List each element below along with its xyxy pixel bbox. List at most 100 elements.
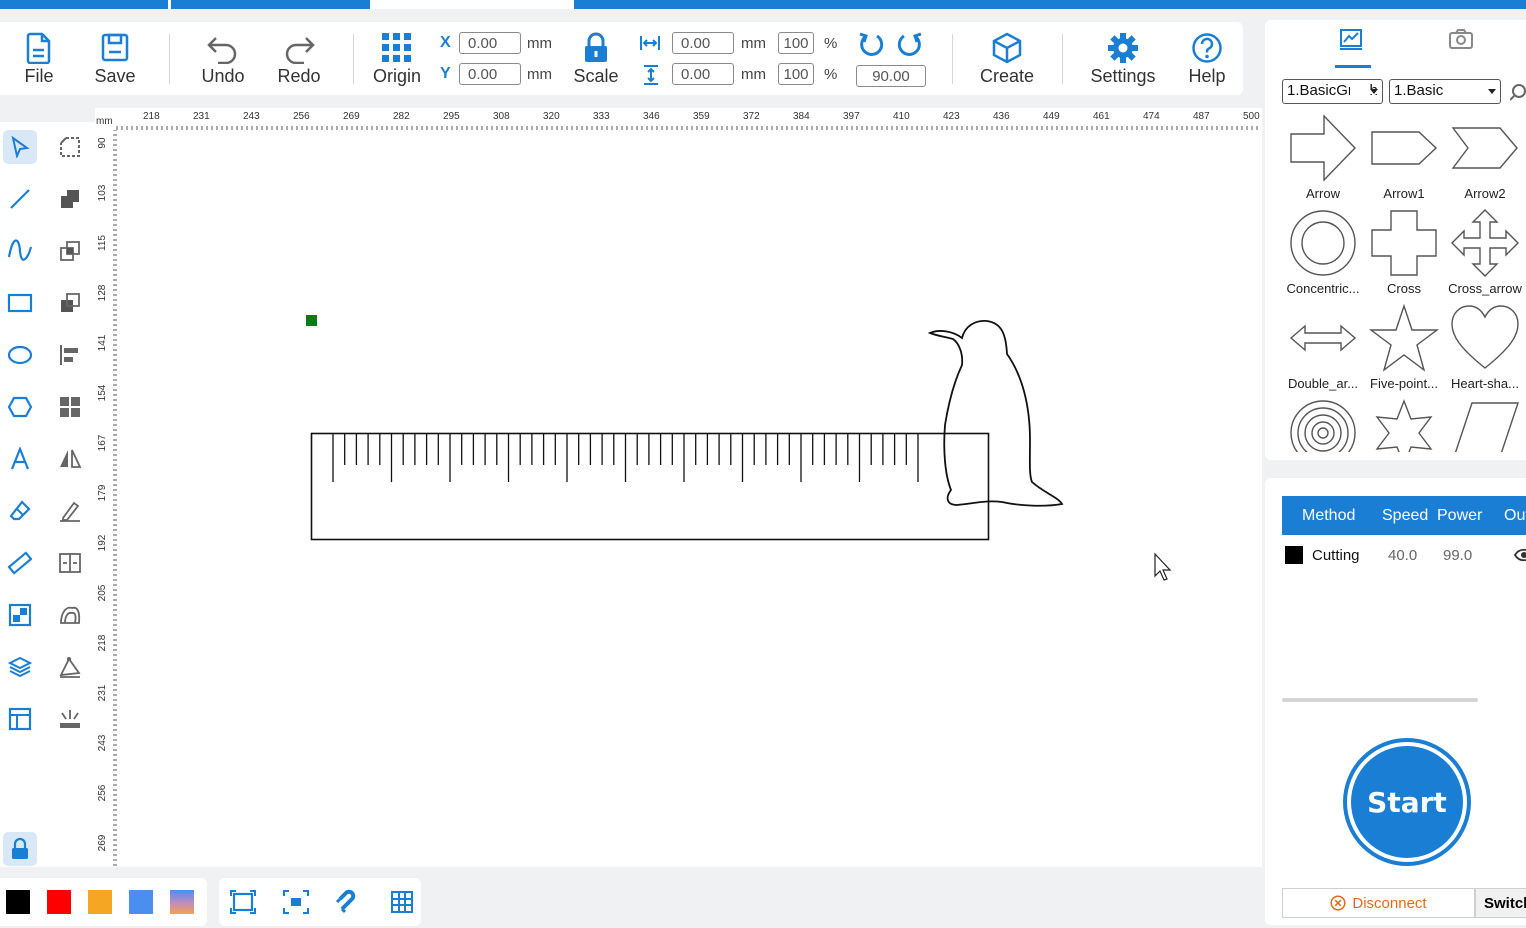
file-button[interactable]: File xyxy=(4,30,74,92)
subtract-tool[interactable] xyxy=(53,286,87,320)
mouse-cursor xyxy=(1154,552,1172,581)
select-tool[interactable] xyxy=(3,130,37,164)
shape-cross-arrow[interactable]: Cross_arrow xyxy=(1445,209,1525,304)
fit-screen-icon xyxy=(230,890,256,914)
eye-icon[interactable] xyxy=(1514,547,1526,563)
measure-tool[interactable] xyxy=(3,546,37,580)
horizontal-scrollbar[interactable] xyxy=(1282,698,1478,702)
eraser-tool[interactable] xyxy=(3,494,37,528)
settings-button[interactable]: Settings xyxy=(1088,30,1158,92)
ruler-label: 423 xyxy=(943,111,960,122)
layout-tool[interactable] xyxy=(3,702,37,736)
tab-graphics[interactable] xyxy=(1326,28,1376,68)
rotate-right-icon[interactable] xyxy=(896,31,924,59)
shape-five-point-star[interactable]: Five-point... xyxy=(1364,304,1444,399)
origin-grid-icon xyxy=(382,33,411,62)
redo-button[interactable]: Redo xyxy=(264,30,334,92)
node-edit-tool[interactable] xyxy=(53,130,87,164)
y-input[interactable] xyxy=(459,63,521,85)
category-select[interactable]: 1.BasicGraph xyxy=(1282,79,1383,104)
image-icon xyxy=(8,603,32,627)
design-canvas[interactable] xyxy=(117,130,1262,867)
x-input[interactable] xyxy=(459,32,521,54)
height-percent-input[interactable] xyxy=(778,63,814,85)
shape-name: Concentric... xyxy=(1286,281,1360,296)
shape-arrow1[interactable]: Arrow1 xyxy=(1364,114,1444,209)
shape-arrow[interactable]: Arrow xyxy=(1283,114,1363,209)
ruler-label: 500 xyxy=(1243,111,1260,122)
ruler-label: 205 xyxy=(97,584,108,601)
origin-button[interactable]: Origin xyxy=(362,30,432,92)
active-tab[interactable] xyxy=(370,0,574,9)
ruler-label: 333 xyxy=(593,111,610,122)
line-tool[interactable] xyxy=(3,182,37,216)
height-input[interactable] xyxy=(672,63,734,85)
scale-lock-button[interactable]: Scale xyxy=(561,30,631,92)
layer-speed: 40.0 xyxy=(1388,547,1418,564)
disconnect-button[interactable]: Disconnect xyxy=(1282,888,1475,918)
color-swatch-blue[interactable] xyxy=(129,890,153,914)
camera-icon xyxy=(1449,29,1473,49)
width-percent-input[interactable] xyxy=(778,32,814,54)
image-tool[interactable] xyxy=(3,598,37,632)
subtract-icon xyxy=(61,293,80,312)
laser-tool[interactable] xyxy=(53,702,87,736)
layers-table-header: Method Speed Power Out xyxy=(1282,496,1526,535)
array-tool[interactable] xyxy=(53,390,87,424)
ruler-label: 179 xyxy=(97,484,108,501)
lock-canvas-button[interactable] xyxy=(3,832,37,866)
grid-icon xyxy=(391,891,413,913)
create-button[interactable]: Create xyxy=(972,30,1042,92)
shape-double-arrow[interactable]: Double_ar... xyxy=(1283,304,1363,399)
ellipse-tool[interactable] xyxy=(3,338,37,372)
ruler-label: 115 xyxy=(97,235,108,251)
mirror-tool[interactable] xyxy=(53,442,87,476)
color-swatch-gradient[interactable] xyxy=(170,890,194,914)
layers-tool[interactable] xyxy=(3,650,37,684)
path-tool[interactable] xyxy=(53,650,87,684)
ruler-label: 103 xyxy=(97,184,108,201)
penguin-drawing[interactable] xyxy=(927,320,1064,507)
color-swatch-black[interactable] xyxy=(6,890,30,914)
shape-arrow2[interactable]: Arrow2 xyxy=(1445,114,1525,209)
sketch-tool[interactable] xyxy=(53,494,87,528)
magnet-button[interactable] xyxy=(335,888,363,916)
text-tool[interactable] xyxy=(3,442,37,476)
width-input[interactable] xyxy=(672,32,734,54)
color-swatch-orange[interactable] xyxy=(88,890,112,914)
undo-button[interactable]: Undo xyxy=(188,30,258,92)
shape-heart[interactable]: Heart-sha... xyxy=(1445,304,1525,399)
rectangle-tool[interactable] xyxy=(3,286,37,320)
union-tool[interactable] xyxy=(53,182,87,216)
start-button[interactable]: Start xyxy=(1343,738,1471,866)
intersect-tool[interactable] xyxy=(53,234,87,268)
rotate-left-icon[interactable] xyxy=(857,31,885,59)
parallelogram-shape-icon[interactable] xyxy=(1450,399,1520,452)
layer-color-swatch[interactable] xyxy=(1285,546,1303,564)
layer-row[interactable]: Cutting 40.0 99.0 xyxy=(1282,538,1526,573)
align-tool[interactable] xyxy=(53,338,87,372)
zoom-selection-button[interactable] xyxy=(282,888,310,916)
split-tool[interactable] xyxy=(53,546,87,580)
grid-toggle-button[interactable] xyxy=(388,888,416,916)
fit-canvas-button[interactable] xyxy=(229,888,257,916)
rotation-input[interactable] xyxy=(856,65,926,87)
shape-cross[interactable]: Cross xyxy=(1364,209,1444,304)
save-button[interactable]: Save xyxy=(80,30,150,92)
switch-button[interactable]: Switch xyxy=(1475,888,1526,918)
ruler-drawing[interactable] xyxy=(310,432,990,541)
six-point-star-shape-icon[interactable] xyxy=(1369,399,1439,452)
spiral-shape-icon[interactable] xyxy=(1288,399,1358,452)
power-header: Power xyxy=(1437,507,1483,524)
help-button[interactable]: Help xyxy=(1172,30,1242,92)
ruler-label: 372 xyxy=(743,111,760,122)
color-swatch-red[interactable] xyxy=(47,890,71,914)
offset-tool[interactable] xyxy=(53,598,87,632)
subcategory-select[interactable]: 1.Basic xyxy=(1389,79,1501,104)
curve-tool[interactable] xyxy=(3,234,37,268)
save-label: Save xyxy=(94,66,136,86)
search-icon[interactable] xyxy=(1510,83,1526,101)
shape-concentric[interactable]: Concentric... xyxy=(1283,209,1363,304)
tab-camera[interactable] xyxy=(1436,28,1486,68)
polygon-tool[interactable] xyxy=(3,390,37,424)
